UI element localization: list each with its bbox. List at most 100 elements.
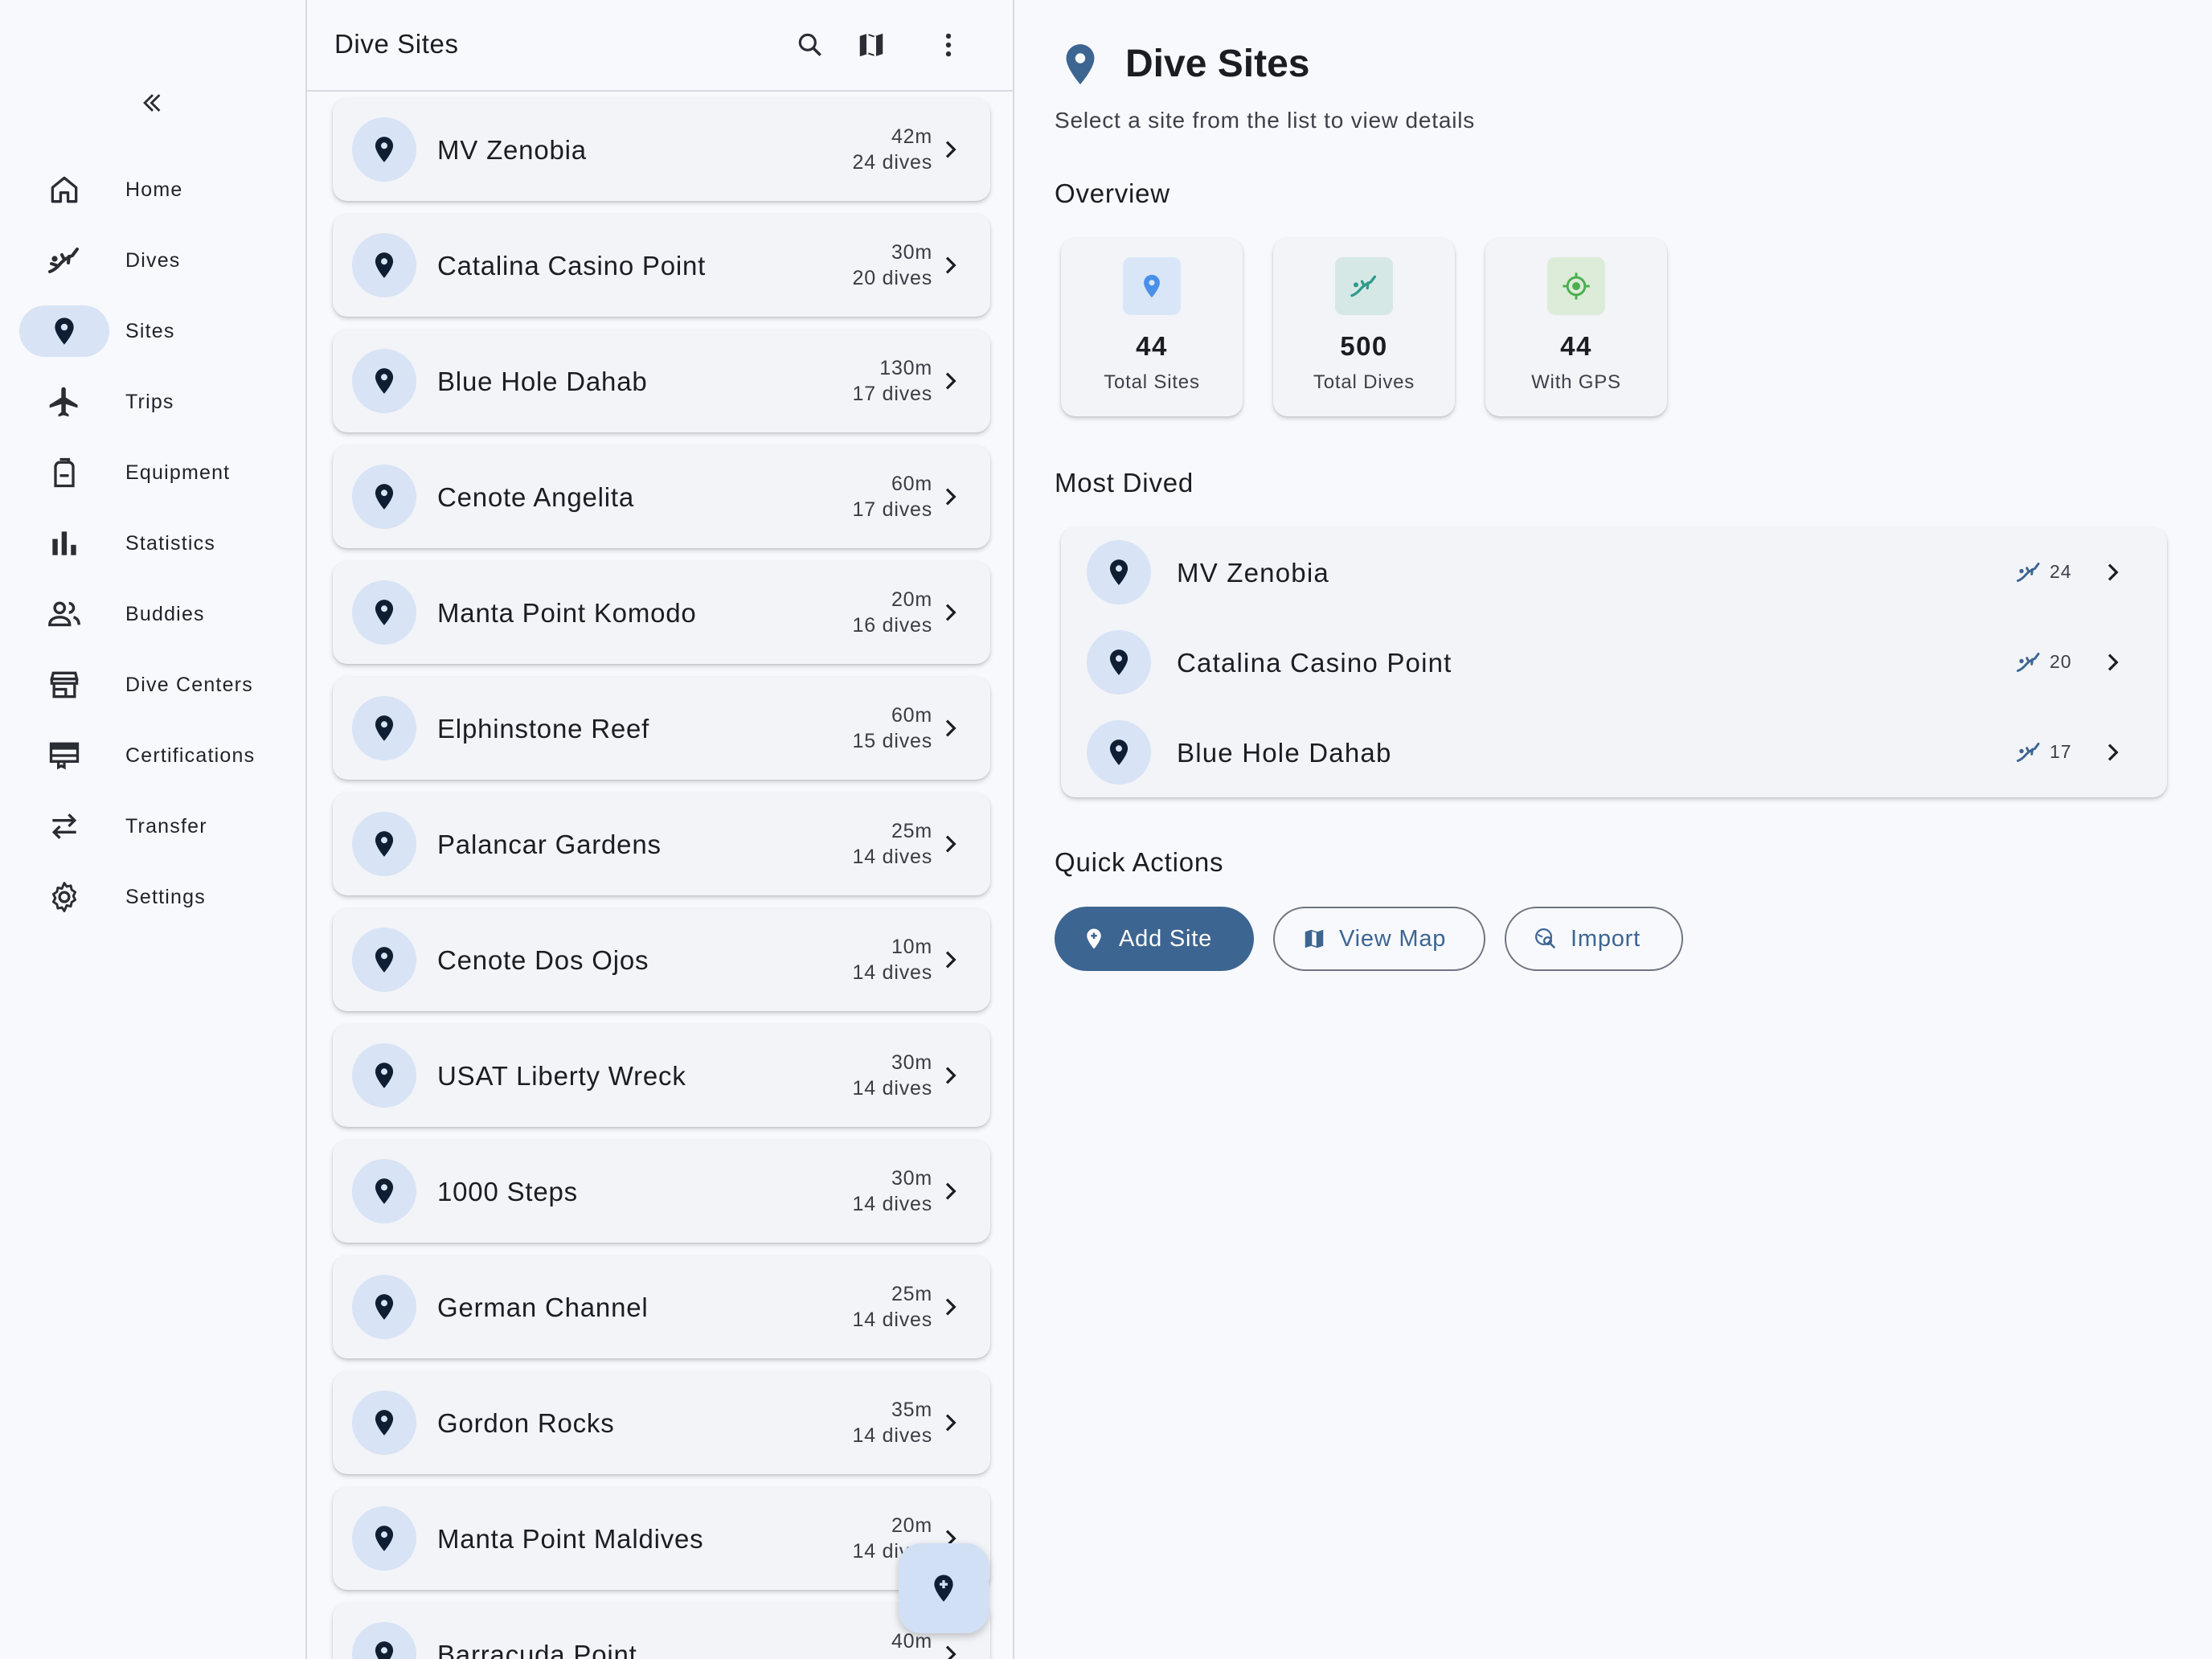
location-pin-icon [375, 137, 394, 162]
site-list-item[interactable]: 1000 Steps 30m 14 dives [333, 1140, 990, 1243]
diver-icon [2017, 563, 2040, 582]
stat-value: 500 [1340, 331, 1388, 361]
location-pin-icon [375, 600, 394, 625]
location-pin-icon [1109, 649, 1129, 675]
site-list-item[interactable]: Manta Point Komodo 20m 16 dives [333, 561, 990, 664]
nav-label-sites: Sites [125, 319, 175, 342]
backpack-icon [54, 457, 75, 488]
add-site-button[interactable]: Add Site [1055, 907, 1254, 971]
site-pin-avatar [352, 1622, 416, 1659]
store-icon [50, 671, 79, 698]
map-icon [1305, 929, 1324, 948]
view-map-button[interactable]: View Map [1273, 907, 1485, 971]
add-site-label: Add Site [1119, 925, 1213, 952]
search-icon [798, 33, 821, 56]
site-list-item[interactable]: Blue Hole Dahab 130m 17 dives [333, 330, 990, 432]
site-depth: 20m [891, 588, 932, 611]
nav-item-home[interactable]: Home [19, 164, 293, 215]
more-options-button[interactable] [929, 26, 968, 64]
nav-item-certifications[interactable]: Certifications [19, 730, 293, 781]
nav-item-dives[interactable]: Dives [19, 235, 293, 286]
site-dive-count: 14 dives [852, 846, 932, 868]
add-location-icon [1087, 928, 1101, 949]
site-dive-count: 14 dives [852, 1424, 932, 1447]
most-dived-name: Catalina Casino Point [1177, 648, 1452, 678]
add-site-fab[interactable] [899, 1543, 989, 1633]
site-list-item[interactable]: MV Zenobia 42m 24 dives [333, 98, 990, 201]
nav-label-statistics: Statistics [125, 531, 216, 555]
nav-item-buddies[interactable]: Buddies [19, 588, 293, 640]
map-icon [859, 33, 883, 57]
site-dive-count: 17 dives [852, 498, 932, 521]
site-name: German Channel [437, 1292, 649, 1322]
most-dived-row[interactable]: Catalina Casino Point 20 [1061, 617, 2167, 707]
stat-value: 44 [1560, 331, 1592, 361]
site-dive-count: 14 dives [852, 1309, 932, 1331]
airplane-icon [49, 387, 78, 417]
nav-item-trips[interactable]: Trips [19, 376, 293, 428]
most-dived-count: 20 [2050, 651, 2072, 672]
location-pin-icon [375, 1063, 394, 1088]
nav-item-transfer[interactable]: Transfer [19, 801, 293, 852]
location-pin-icon [375, 1641, 394, 1659]
location-pin-icon [375, 484, 394, 510]
chevron-right-icon [945, 719, 956, 737]
chevron-right-icon [945, 951, 956, 969]
site-pin-avatar [352, 349, 416, 413]
nav-item-dive-centers[interactable]: Dive Centers [19, 659, 293, 711]
search-button[interactable] [791, 26, 830, 64]
location-pin-icon [1109, 739, 1129, 765]
site-name: Manta Point Komodo [437, 598, 697, 628]
collapse-nav-button[interactable] [137, 87, 169, 119]
nav-item-settings[interactable]: Settings [19, 871, 293, 923]
import-button[interactable]: Import [1505, 907, 1683, 971]
people-icon [48, 601, 80, 627]
diver-icon [48, 248, 79, 273]
site-dive-count: 14 dives [852, 1193, 932, 1215]
site-list-item[interactable]: USAT Liberty Wreck 30m 14 dives [333, 1024, 990, 1127]
stat-label: With GPS [1531, 371, 1621, 393]
site-dive-count: 16 dives [852, 614, 932, 637]
most-dived-row[interactable]: MV Zenobia 24 [1061, 527, 2167, 617]
gps-icon [1563, 272, 1590, 300]
location-pin-icon [1109, 559, 1129, 585]
nav-item-sites[interactable]: Sites [19, 305, 293, 357]
nav-label-settings: Settings [125, 885, 206, 908]
site-pin-avatar [352, 465, 416, 529]
site-dive-count: 24 dives [852, 151, 932, 174]
site-pin-avatar [352, 117, 416, 182]
nav-item-statistics[interactable]: Statistics [19, 518, 293, 569]
most-dived-card: MV Zenobia 24 Catalina Casino Point 20 B… [1061, 527, 2167, 797]
nav-label-trips: Trips [125, 390, 174, 413]
nav-label-buddies: Buddies [125, 602, 205, 625]
site-list-item[interactable]: German Channel 25m 14 dives [333, 1256, 990, 1358]
nav-item-equipment[interactable]: Equipment [19, 447, 293, 498]
site-list-item[interactable]: Palancar Gardens 25m 14 dives [333, 793, 990, 895]
most-dived-count: 17 [2050, 741, 2072, 762]
site-name: Blue Hole Dahab [437, 367, 648, 396]
location-pin-icon [375, 715, 394, 741]
site-depth: 25m [891, 820, 932, 842]
chevron-right-icon [945, 372, 956, 390]
site-list-item[interactable]: Gordon Rocks 35m 14 dives [333, 1371, 990, 1474]
site-name: Palancar Gardens [437, 830, 662, 859]
location-pin-icon [375, 1526, 394, 1551]
stat-card-with-gps: 44 With GPS [1485, 238, 1667, 416]
site-list-item[interactable]: Barracuda Point 40m [333, 1603, 990, 1659]
site-depth: 42m [891, 125, 932, 148]
site-depth: 40m [891, 1630, 932, 1653]
site-list-item[interactable]: Elphinstone Reef 60m 15 dives [333, 677, 990, 780]
site-list-item[interactable]: Cenote Dos Ojos 10m 14 dives [333, 908, 990, 1011]
site-depth: 30m [891, 1051, 932, 1074]
page-title: Dive Sites [1125, 43, 1310, 85]
site-list-item[interactable]: Cenote Angelita 60m 17 dives [333, 445, 990, 548]
site-list-item[interactable]: Manta Point Maldives 20m 14 dives [333, 1487, 990, 1590]
map-view-button[interactable] [852, 26, 891, 64]
gear-icon [51, 882, 77, 912]
chevron-right-icon [2108, 743, 2119, 761]
site-list-item[interactable]: Catalina Casino Point 30m 20 dives [333, 214, 990, 317]
most-dived-row[interactable]: Blue Hole Dahab 17 [1061, 707, 2167, 797]
location-pin-icon [1066, 44, 1095, 84]
location-pin-icon [55, 317, 74, 345]
site-dive-count: 15 dives [852, 730, 932, 752]
